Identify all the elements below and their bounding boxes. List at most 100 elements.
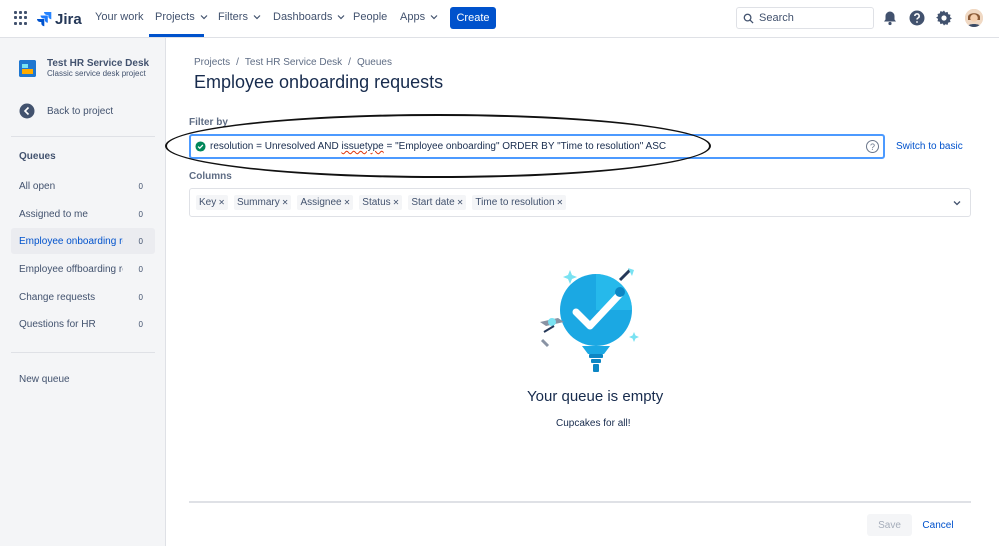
- project-name[interactable]: Test HR Service Desk: [47, 58, 149, 69]
- settings-gear-icon[interactable]: [935, 9, 953, 27]
- queue-item-assigned-to-me[interactable]: Assigned to me 0: [11, 201, 155, 227]
- search-icon: [743, 13, 754, 24]
- queue-item-label: All open: [19, 180, 56, 192]
- avatar-icon: [965, 9, 983, 27]
- queue-count: 0: [138, 264, 143, 274]
- column-chip-start-date[interactable]: Start date ✕: [408, 195, 467, 210]
- save-button[interactable]: Save: [867, 514, 912, 536]
- queue-item-label: Questions for HR: [19, 318, 96, 330]
- nav-your-work-label: Your work: [95, 11, 144, 23]
- new-queue-link[interactable]: New queue: [19, 374, 70, 385]
- remove-icon[interactable]: ✕: [393, 198, 400, 207]
- queue-item-employee-onboarding[interactable]: Employee onboarding requests 0: [11, 228, 155, 254]
- jira-logo-text: Jira: [55, 10, 82, 28]
- remove-icon[interactable]: ✕: [344, 198, 351, 207]
- breadcrumb-separator: /: [348, 57, 351, 68]
- queue-count: 0: [138, 181, 143, 191]
- back-to-project-label: Back to project: [47, 105, 114, 117]
- nav-filters-label: Filters: [218, 11, 248, 23]
- queue-item-questions-for-hr[interactable]: Questions for HR 0: [11, 311, 155, 337]
- breadcrumb: Projects / Test HR Service Desk / Queues: [194, 57, 392, 68]
- breadcrumb-projects[interactable]: Projects: [194, 57, 230, 68]
- empty-queue-illustration-icon: [540, 268, 639, 372]
- search-input[interactable]: Search: [736, 7, 874, 29]
- empty-state-title: Your queue is empty: [527, 388, 664, 405]
- nav-projects[interactable]: Projects: [155, 11, 209, 23]
- back-to-project-link[interactable]: Back to project: [19, 103, 113, 119]
- queue-item-label: Change requests: [19, 291, 96, 303]
- page-title: Employee onboarding requests: [194, 72, 444, 92]
- jira-logo-icon: [37, 12, 52, 27]
- jql-part: resolution = Unresolved AND: [210, 141, 342, 152]
- column-chip-time-to-resolution[interactable]: Time to resolution ✕: [472, 195, 567, 210]
- column-chip-label: Start date: [411, 197, 455, 208]
- user-avatar[interactable]: [965, 9, 983, 27]
- top-navigation: Jira Your work Projects Filters Dashboar…: [0, 0, 999, 38]
- column-chip-summary[interactable]: Summary ✕: [233, 195, 292, 210]
- app-switcher-icon[interactable]: [14, 11, 28, 25]
- project-type: Classic service desk project: [47, 69, 146, 78]
- column-chip-key[interactable]: Key ✕: [196, 195, 228, 210]
- help-icon[interactable]: [908, 9, 926, 27]
- queue-item-all-open[interactable]: All open 0: [11, 173, 155, 199]
- column-chip-label: Key: [199, 197, 217, 208]
- columns-label: Columns: [189, 171, 232, 182]
- queue-count: 0: [138, 236, 143, 246]
- remove-icon[interactable]: ✕: [218, 198, 225, 207]
- nav-dashboards[interactable]: Dashboards: [273, 11, 346, 23]
- jira-logo[interactable]: Jira: [36, 9, 82, 29]
- notifications-bell-icon[interactable]: [881, 9, 899, 27]
- empty-state-subtitle: Cupcakes for all!: [556, 418, 631, 429]
- chevron-down-icon[interactable]: [952, 198, 962, 208]
- columns-select[interactable]: Key ✕ Summary ✕ Assignee ✕ Status ✕ Start da…: [189, 188, 971, 217]
- nav-dashboards-label: Dashboards: [273, 11, 333, 23]
- queues-heading: Queues: [19, 151, 56, 162]
- remove-icon[interactable]: ✕: [457, 198, 464, 207]
- nav-people[interactable]: People: [353, 11, 387, 23]
- arrow-left-circle-icon: [19, 103, 35, 119]
- column-chip-label: Assignee: [300, 197, 342, 208]
- jql-query-input[interactable]: resolution = Unresolved AND issuetype = …: [189, 134, 885, 159]
- column-chip-status[interactable]: Status ✕: [359, 195, 403, 210]
- chevron-down-icon: [200, 15, 208, 20]
- breadcrumb-queues[interactable]: Queues: [357, 57, 392, 68]
- chevron-down-icon: [253, 15, 261, 20]
- nav-your-work[interactable]: Your work: [95, 11, 144, 23]
- queue-item-label: Employee onboarding requests: [19, 235, 123, 247]
- remove-icon[interactable]: ✕: [282, 198, 289, 207]
- breadcrumb-project[interactable]: Test HR Service Desk: [245, 57, 342, 68]
- queue-item-label: Assigned to me: [19, 208, 88, 220]
- nav-filters[interactable]: Filters: [218, 11, 262, 23]
- footer-divider: [189, 501, 971, 503]
- jql-help-icon[interactable]: ?: [866, 140, 879, 153]
- jql-part: = "Employee onboarding" ORDER BY "Time t…: [383, 141, 667, 152]
- nav-apps-label: Apps: [400, 11, 426, 23]
- jql-part-underlined: issuetype: [341, 141, 384, 152]
- jql-query-text: resolution = Unresolved AND issuetype = …: [210, 141, 666, 152]
- switch-to-basic-link[interactable]: Switch to basic: [896, 141, 963, 152]
- breadcrumb-separator: /: [236, 57, 239, 68]
- sidebar-divider: [11, 136, 155, 137]
- queue-count: 0: [138, 292, 143, 302]
- column-chip-label: Time to resolution: [475, 197, 555, 208]
- queue-item-change-requests[interactable]: Change requests 0: [11, 284, 155, 310]
- create-button[interactable]: Create: [450, 7, 496, 29]
- chevron-down-icon: [337, 15, 345, 20]
- project-avatar-icon[interactable]: [19, 60, 36, 77]
- queue-item-label: Employee offboarding requests: [19, 263, 123, 275]
- queue-count: 0: [138, 209, 143, 219]
- nav-people-label: People: [353, 11, 388, 23]
- filter-label: Filter by: [189, 117, 228, 128]
- nav-apps[interactable]: Apps: [400, 11, 439, 23]
- queue-item-employee-offboarding[interactable]: Employee offboarding requests 0: [11, 256, 155, 282]
- sidebar-divider: [11, 352, 155, 353]
- nav-active-indicator: [149, 34, 204, 37]
- search-placeholder: Search: [759, 12, 794, 24]
- column-chip-label: Status: [362, 197, 391, 208]
- sidebar: Test HR Service Desk Classic service des…: [0, 38, 166, 546]
- remove-icon[interactable]: ✕: [557, 198, 564, 207]
- cancel-button[interactable]: Cancel: [919, 514, 957, 536]
- column-chip-assignee[interactable]: Assignee ✕: [297, 195, 354, 210]
- valid-check-icon: [195, 141, 206, 152]
- chevron-down-icon: [430, 15, 438, 20]
